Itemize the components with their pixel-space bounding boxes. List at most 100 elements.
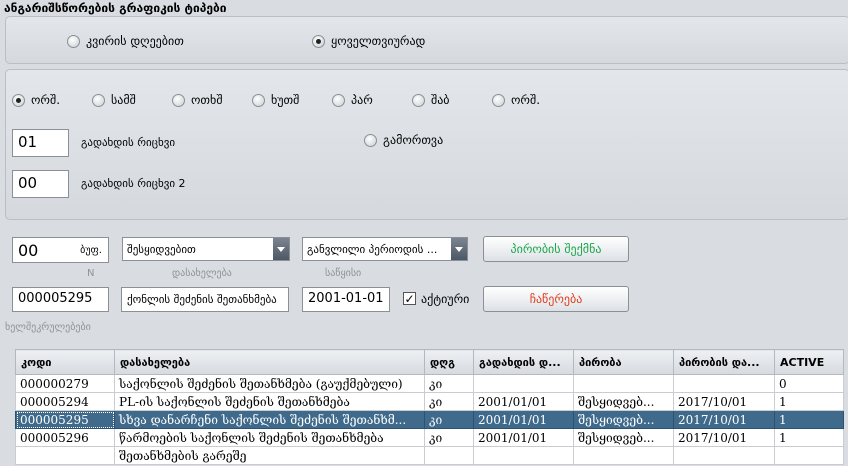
radio-label: ორშ. (31, 93, 61, 107)
weekday-radio[interactable]: ორშ. (492, 93, 540, 107)
weekday-radio[interactable]: შაბ (412, 93, 450, 107)
table-cell (573, 446, 674, 465)
table-cell: საქონლის შეძენის შეთანხმება (გაუქმებული) (114, 374, 425, 393)
table-cell: კი (424, 392, 474, 411)
table-cell: შესყიდვებ... (573, 428, 674, 447)
radio-label: შაბ (431, 93, 450, 107)
column-header[interactable]: ACTIVE (774, 349, 844, 375)
table-row[interactable]: 000005294 PL-ის საქონლის შეძენის შეთანხმე… (15, 392, 844, 411)
combo-value: შესყიდვებით (127, 243, 196, 256)
radio-circle (92, 93, 105, 107)
table-row[interactable]: 000005295 სხვა დანარჩენი საქონლის შეძენის… (15, 410, 844, 429)
table-cell: 000005295 (15, 410, 115, 429)
table-cell: წარმოების საქონლის შეძენის შეთანხმება (114, 428, 425, 447)
radio-circle (67, 34, 80, 48)
section-title: ანგარიშსწორების გრაფიკის ტიპები (4, 1, 227, 15)
column-header[interactable]: კოდი (15, 349, 115, 375)
radio-monthly[interactable]: ყოველთვიურად (312, 34, 425, 48)
table-cell: 1 (774, 428, 844, 447)
payment-number2-label: გადახდის რიცხვი 2 (81, 177, 186, 190)
table-cell: შეთანხმების გარეშე (114, 446, 425, 465)
table-row[interactable]: 000005296 წარმოების საქონლის შეძენის შეთა… (15, 428, 844, 447)
radio-circle (172, 93, 185, 107)
purchase-type-combo[interactable]: შესყიდვებით (122, 237, 290, 261)
column-header[interactable]: გადახდის დ... (473, 349, 574, 375)
weekday-radio[interactable]: ორშ. (12, 93, 60, 107)
radio-label: გამორთვა (383, 133, 444, 147)
table-cell: 000005294 (15, 392, 115, 411)
radio-label: პარ (351, 93, 373, 107)
table-cell: კი (424, 428, 474, 447)
table-cell: შესყიდვებ... (573, 410, 674, 429)
table-cell: 1 (774, 410, 844, 429)
radio-label: კვირის დღეებით (86, 34, 184, 48)
active-label: აქტიური (421, 292, 470, 306)
record-label: ჩაწერება (529, 292, 583, 306)
table-cell: 2017/10/01 (673, 392, 775, 411)
record-button[interactable]: ჩაწერება (483, 286, 629, 312)
radio-label: სამშ (111, 93, 136, 107)
table-cell: კი (424, 410, 474, 429)
table-row[interactable]: შეთანხმების გარეშე (15, 446, 844, 465)
payment-number-label: გადახდის რიცხვი (81, 136, 176, 149)
chevron-down-icon[interactable] (451, 238, 467, 260)
days-input[interactable]: 00 ბუფ. (12, 237, 109, 263)
table-cell: 2001/01/01 (473, 428, 574, 447)
contracts-label: ხელშეკრულებები (5, 322, 91, 333)
column-header[interactable]: პირობა (573, 349, 674, 375)
contracts-table: კოდი დასახელება დღგ გადახდის დ... პირობა პირო… (15, 349, 844, 465)
table-header-row: კოდი დასახელება დღგ გადახდის დ... პირობა პირო… (15, 349, 844, 375)
table-cell (774, 446, 844, 465)
hint-number: N (87, 268, 95, 279)
days-value: 00 (18, 241, 39, 260)
table-cell: 0 (774, 374, 844, 393)
table-cell: 2001/01/01 (473, 392, 574, 411)
radio-disable[interactable]: გამორთვა (364, 133, 443, 147)
weekday-radio[interactable]: ხუთშ (252, 93, 299, 107)
table-cell (473, 446, 574, 465)
table-cell: სხვა დანარჩენი საქონლის შეძენის შეთანხმ.… (114, 410, 425, 429)
table-cell (424, 446, 474, 465)
radio-label: ორშ. (511, 93, 541, 107)
radio-circle (332, 93, 345, 107)
radio-circle (252, 93, 265, 107)
table-cell: PL-ის საქონლის შეძენის შეთანხმება (114, 392, 425, 411)
contract-number-input[interactable]: 000005295 (12, 287, 109, 312)
radio-circle (412, 93, 425, 107)
period-combo[interactable]: განვლილი პერიოდის ... (302, 237, 468, 261)
table-cell: 2017/10/01 (673, 410, 775, 429)
table-cell: 000000279 (15, 374, 115, 393)
radio-label: ოთხშ (191, 93, 223, 107)
contract-name-input[interactable]: ქონლის შეძენის შეთანხმება (121, 287, 289, 312)
payment-number2-input[interactable]: 00 (12, 170, 69, 198)
radio-label: ყოველთვიურად (331, 34, 426, 48)
radio-circle (364, 133, 377, 147)
table-cell (573, 374, 674, 393)
active-checkbox[interactable]: ✓ (403, 292, 416, 305)
table-row[interactable]: 000000279 საქონლის შეძენის შეთანხმება (გა… (15, 374, 844, 393)
payment-number-input[interactable]: 01 (12, 129, 69, 157)
column-header[interactable]: პირობის და... (673, 349, 775, 375)
radio-circle (492, 93, 505, 107)
weekday-radio[interactable]: ოთხშ (172, 93, 223, 107)
table-cell: 000005296 (15, 428, 115, 447)
table-cell (673, 446, 775, 465)
radio-weekly[interactable]: კვირის დღეებით (67, 34, 184, 48)
start-date-input[interactable]: 2001-01-01 (302, 287, 390, 312)
create-condition-button[interactable]: პირობის შექმნა (483, 236, 629, 262)
weekday-radio[interactable]: პარ (332, 93, 373, 107)
chevron-down-icon[interactable] (273, 238, 289, 260)
radio-circle (12, 93, 25, 107)
table-cell (473, 374, 574, 393)
combo-value: განვლილი პერიოდის ... (307, 243, 438, 256)
table-cell: კი (424, 374, 474, 393)
table-cell (15, 446, 115, 465)
create-condition-label: პირობის შექმნა (510, 242, 602, 256)
column-header[interactable]: დღგ (424, 349, 474, 375)
radio-circle (312, 34, 325, 48)
days-suffix: ბუფ. (80, 245, 102, 256)
hint-start: საწყისი (325, 268, 362, 279)
column-header[interactable]: დასახელება (114, 349, 425, 375)
table-cell: შესყიდვებ... (573, 392, 674, 411)
weekday-radio[interactable]: სამშ (92, 93, 136, 107)
